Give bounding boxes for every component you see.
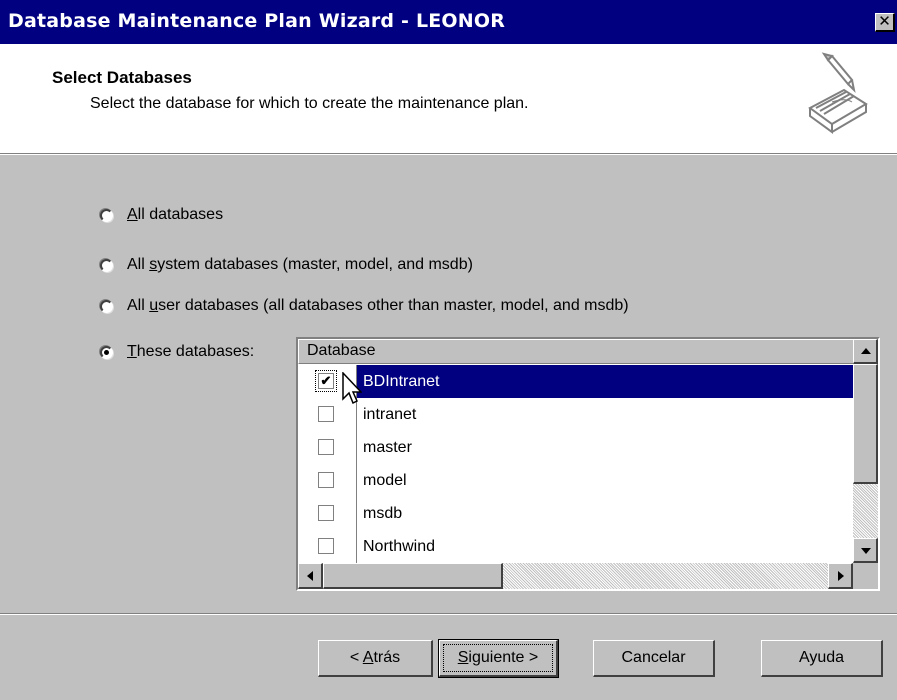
list-item[interactable]: model	[298, 464, 853, 497]
radio-button-selected[interactable]	[100, 345, 113, 359]
arrow-left-icon	[307, 571, 313, 581]
radio-user-databases[interactable]: All user databases (all databases other …	[100, 295, 629, 317]
check-icon: ✔	[320, 373, 332, 388]
wizard-header: Select Databases Select the database for…	[0, 44, 897, 153]
database-name: master	[356, 431, 418, 464]
radio-these-databases[interactable]: These databases:	[100, 341, 254, 363]
list-item[interactable]: Northwind	[298, 530, 853, 563]
checkbox[interactable]	[318, 505, 334, 521]
arrow-right-icon	[838, 571, 844, 581]
radio-button[interactable]	[100, 258, 113, 272]
footer-separator	[0, 613, 897, 615]
database-list-body: Database ✔ BDIntranet intranet master mo…	[298, 339, 853, 563]
mouse-pointer-icon	[342, 372, 362, 405]
window-title: Database Maintenance Plan Wizard - LEONO…	[8, 10, 506, 32]
radio-label: All user databases (all databases other …	[127, 297, 629, 314]
horizontal-scroll-thumb[interactable]	[323, 563, 503, 589]
page-title: Select Databases	[52, 68, 192, 87]
list-item[interactable]: ✔ BDIntranet	[298, 365, 853, 398]
title-bar[interactable]: Database Maintenance Plan Wizard - LEONO…	[0, 0, 897, 44]
database-name: Northwind	[356, 530, 441, 563]
list-item[interactable]: intranet	[298, 398, 853, 431]
database-name: intranet	[356, 398, 422, 431]
database-name: model	[356, 464, 413, 497]
radio-label: All system databases (master, model, and…	[127, 256, 473, 273]
database-list[interactable]: Database ✔ BDIntranet intranet master mo…	[296, 337, 880, 591]
database-name: msdb	[356, 497, 408, 530]
radio-all-databases[interactable]: All databases	[100, 204, 223, 226]
scroll-left-button[interactable]	[298, 563, 323, 589]
scroll-right-button[interactable]	[828, 563, 853, 589]
header-separator	[0, 153, 897, 155]
next-button[interactable]: Siguiente >	[438, 639, 559, 678]
focus-rect: Siguiente >	[443, 644, 553, 672]
back-button[interactable]: < Atrás	[318, 640, 433, 677]
scrollbar-corner	[853, 563, 878, 589]
vertical-scroll-thumb[interactable]	[853, 364, 878, 484]
radio-button[interactable]	[100, 208, 113, 222]
list-item[interactable]: msdb	[298, 497, 853, 530]
help-button[interactable]: Ayuda	[761, 640, 883, 677]
radio-label: These databases:	[127, 343, 255, 360]
arrow-down-icon	[861, 548, 871, 554]
arrow-up-icon	[861, 348, 871, 354]
page-subtitle: Select the database for which to create …	[90, 95, 529, 112]
wizard-notepad-icon	[808, 52, 868, 134]
list-item[interactable]: master	[298, 431, 853, 464]
checkbox[interactable]	[318, 472, 334, 488]
database-name: BDIntranet	[356, 365, 853, 398]
checkbox-checked[interactable]: ✔	[315, 370, 337, 392]
radio-label: All databases	[127, 206, 224, 223]
radio-system-databases[interactable]: All system databases (master, model, and…	[100, 254, 473, 276]
radio-button[interactable]	[100, 299, 113, 313]
column-header-database[interactable]: Database	[298, 339, 853, 364]
scroll-down-button[interactable]	[853, 538, 878, 563]
vertical-scrollbar[interactable]	[853, 339, 878, 563]
checkbox[interactable]	[318, 406, 334, 422]
close-icon: ✕	[878, 12, 891, 30]
checkbox[interactable]	[318, 538, 334, 554]
close-button[interactable]: ✕	[875, 13, 895, 32]
checkbox[interactable]	[318, 439, 334, 455]
horizontal-scrollbar[interactable]	[298, 563, 853, 589]
cancel-button[interactable]: Cancelar	[593, 640, 715, 677]
scroll-up-button[interactable]	[853, 339, 878, 364]
